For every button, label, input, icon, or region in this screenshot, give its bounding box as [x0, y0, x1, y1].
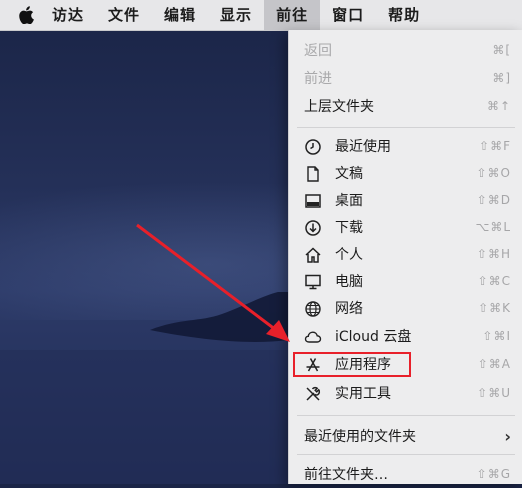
home-icon — [304, 246, 322, 264]
chevron-right-icon: › — [504, 427, 511, 446]
menu-go[interactable]: 前往 — [264, 0, 321, 30]
menu-bar: 访达 文件 编辑 显示 前往 窗口 帮助 — [0, 0, 522, 31]
menu-item-label: 文稿 — [335, 166, 363, 182]
apple-logo-icon[interactable] — [12, 6, 40, 24]
menu-help[interactable]: 帮助 — [376, 0, 432, 30]
menu-separator — [297, 454, 515, 455]
menu-item-label: 前进 — [304, 71, 332, 87]
shortcut-label: ⇧⌘C — [477, 274, 511, 288]
menu-item-icloud-drive[interactable]: iCloud 云盘 ⇧⌘I — [289, 324, 522, 350]
menu-item-label: 实用工具 — [335, 386, 391, 402]
menu-item-label: 最近使用的文件夹 — [304, 429, 416, 445]
clock-icon — [304, 138, 322, 156]
shortcut-label: ⇧⌘H — [476, 247, 511, 261]
menu-item-label: 前往文件夹… — [304, 467, 388, 483]
menu-item-label: 返回 — [304, 43, 332, 59]
shortcut-label: ⇧⌘A — [477, 357, 511, 371]
menu-item-downloads[interactable]: 下载 ⌥⌘L — [289, 215, 522, 241]
menu-item-computer[interactable]: 电脑 ⇧⌘C — [289, 269, 522, 295]
shortcut-label: ⌘↑ — [486, 99, 511, 113]
shortcut-label: ⌘[ — [492, 43, 511, 57]
menu-item-label: 下载 — [335, 220, 363, 236]
shortcut-label: ⇧⌘F — [479, 139, 511, 153]
menu-edit[interactable]: 编辑 — [152, 0, 208, 30]
menu-item-home[interactable]: 个人 ⇧⌘H — [289, 242, 522, 268]
menu-item-label: 最近使用 — [335, 139, 391, 155]
download-icon — [304, 219, 322, 237]
computer-icon — [304, 273, 322, 291]
menu-item-go-to-folder[interactable]: 前往文件夹… ⇧⌘G — [289, 462, 522, 488]
menu-item-label: 上层文件夹 — [304, 99, 374, 115]
go-menu-dropdown: 返回 ⌘[ 前进 ⌘] 上层文件夹 ⌘↑ 最近使用 ⇧⌘F 文稿 ⇧⌘O 桌面 … — [288, 30, 522, 484]
shortcut-label: ⇧⌘G — [476, 467, 511, 481]
document-icon — [304, 165, 322, 183]
shortcut-label: ⌘] — [492, 71, 511, 85]
tools-icon — [304, 385, 322, 403]
menu-item-label: 桌面 — [335, 193, 363, 209]
shortcut-label: ⌥⌘L — [475, 220, 511, 234]
menu-item-desktop[interactable]: 桌面 ⇧⌘D — [289, 188, 522, 214]
menu-item-label: iCloud 云盘 — [335, 329, 412, 345]
menu-item-label: 电脑 — [335, 274, 363, 290]
cloud-icon — [304, 328, 322, 346]
menu-item-recents[interactable]: 最近使用 ⇧⌘F — [289, 134, 522, 160]
menu-item-recent-folders[interactable]: 最近使用的文件夹 › — [289, 424, 522, 450]
menu-window[interactable]: 窗口 — [320, 0, 376, 30]
menu-item-network[interactable]: 网络 ⇧⌘K — [289, 296, 522, 322]
menu-item-label: 个人 — [335, 247, 363, 263]
shortcut-label: ⇧⌘U — [477, 386, 511, 400]
menu-item-utilities[interactable]: 实用工具 ⇧⌘U — [289, 381, 522, 407]
menu-view[interactable]: 显示 — [208, 0, 264, 30]
menu-item-documents[interactable]: 文稿 ⇧⌘O — [289, 161, 522, 187]
menu-item-back[interactable]: 返回 ⌘[ — [289, 38, 522, 64]
menu-item-forward[interactable]: 前进 ⌘] — [289, 66, 522, 92]
shortcut-label: ⇧⌘K — [478, 301, 511, 315]
menu-finder[interactable]: 访达 — [40, 0, 96, 30]
annotation-highlight-box — [293, 352, 411, 377]
menu-item-label: 网络 — [335, 301, 363, 317]
shortcut-label: ⇧⌘I — [482, 329, 511, 343]
menu-file[interactable]: 文件 — [96, 0, 152, 30]
network-icon — [304, 300, 322, 318]
shortcut-label: ⇧⌘D — [476, 193, 511, 207]
menu-separator — [297, 127, 515, 128]
menu-item-enclosing-folder[interactable]: 上层文件夹 ⌘↑ — [289, 94, 522, 120]
desktop-icon — [304, 192, 322, 210]
shortcut-label: ⇧⌘O — [476, 166, 511, 180]
menu-separator — [297, 415, 515, 416]
